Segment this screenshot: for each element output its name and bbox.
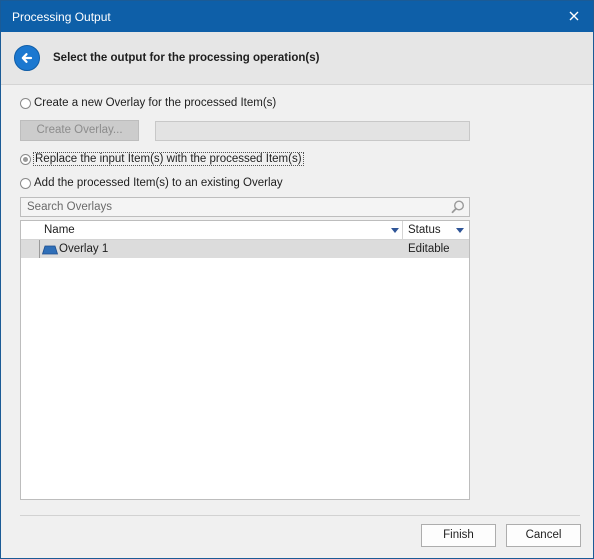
- footer-divider: [20, 515, 580, 516]
- back-arrow-icon[interactable]: [14, 45, 40, 71]
- tree-line: [39, 240, 40, 258]
- radio-add-existing[interactable]: Add the processed Item(s) to an existing…: [20, 175, 283, 191]
- cancel-button[interactable]: Cancel: [506, 524, 581, 547]
- overlays-grid: Name Status Overlay 1 Editable: [20, 220, 470, 500]
- finish-button[interactable]: Finish: [421, 524, 496, 547]
- close-icon[interactable]: [563, 5, 585, 27]
- create-overlay-button[interactable]: Create Overlay...: [20, 120, 139, 141]
- radio-label: Create a new Overlay for the processed I…: [34, 97, 277, 109]
- search-overlays-box[interactable]: [20, 197, 470, 217]
- search-input[interactable]: [21, 198, 447, 216]
- column-label: Name: [44, 224, 75, 236]
- radio-button[interactable]: [20, 177, 31, 189]
- search-icon[interactable]: [450, 199, 466, 218]
- filter-dropdown-icon[interactable]: [456, 228, 464, 233]
- radio-label: Replace the input Item(s) with the proce…: [33, 152, 304, 166]
- overlay-name: Overlay 1: [59, 243, 109, 255]
- window-title: Processing Output: [12, 10, 111, 24]
- table-row[interactable]: Overlay 1 Editable: [21, 240, 469, 258]
- column-header-name[interactable]: Name: [21, 221, 403, 239]
- processing-output-dialog: Processing Output Select the output for …: [0, 0, 594, 559]
- column-label: Status: [408, 224, 441, 236]
- radio-create-new[interactable]: Create a new Overlay for the processed I…: [20, 95, 276, 111]
- column-header-status[interactable]: Status: [404, 221, 469, 239]
- new-overlay-name-field[interactable]: [155, 121, 470, 141]
- radio-label: Add the processed Item(s) to an existing…: [34, 177, 283, 189]
- filter-dropdown-icon[interactable]: [391, 228, 399, 233]
- radio-button-selected[interactable]: [20, 153, 31, 165]
- overlay-icon: [41, 244, 59, 258]
- header-panel: Select the output for the processing ope…: [1, 32, 593, 85]
- overlay-status: Editable: [408, 243, 450, 255]
- grid-header: Name Status: [21, 221, 469, 240]
- title-bar: Processing Output: [1, 1, 593, 32]
- page-heading: Select the output for the processing ope…: [53, 52, 320, 64]
- radio-button[interactable]: [20, 97, 31, 109]
- radio-replace-input[interactable]: Replace the input Item(s) with the proce…: [20, 151, 304, 167]
